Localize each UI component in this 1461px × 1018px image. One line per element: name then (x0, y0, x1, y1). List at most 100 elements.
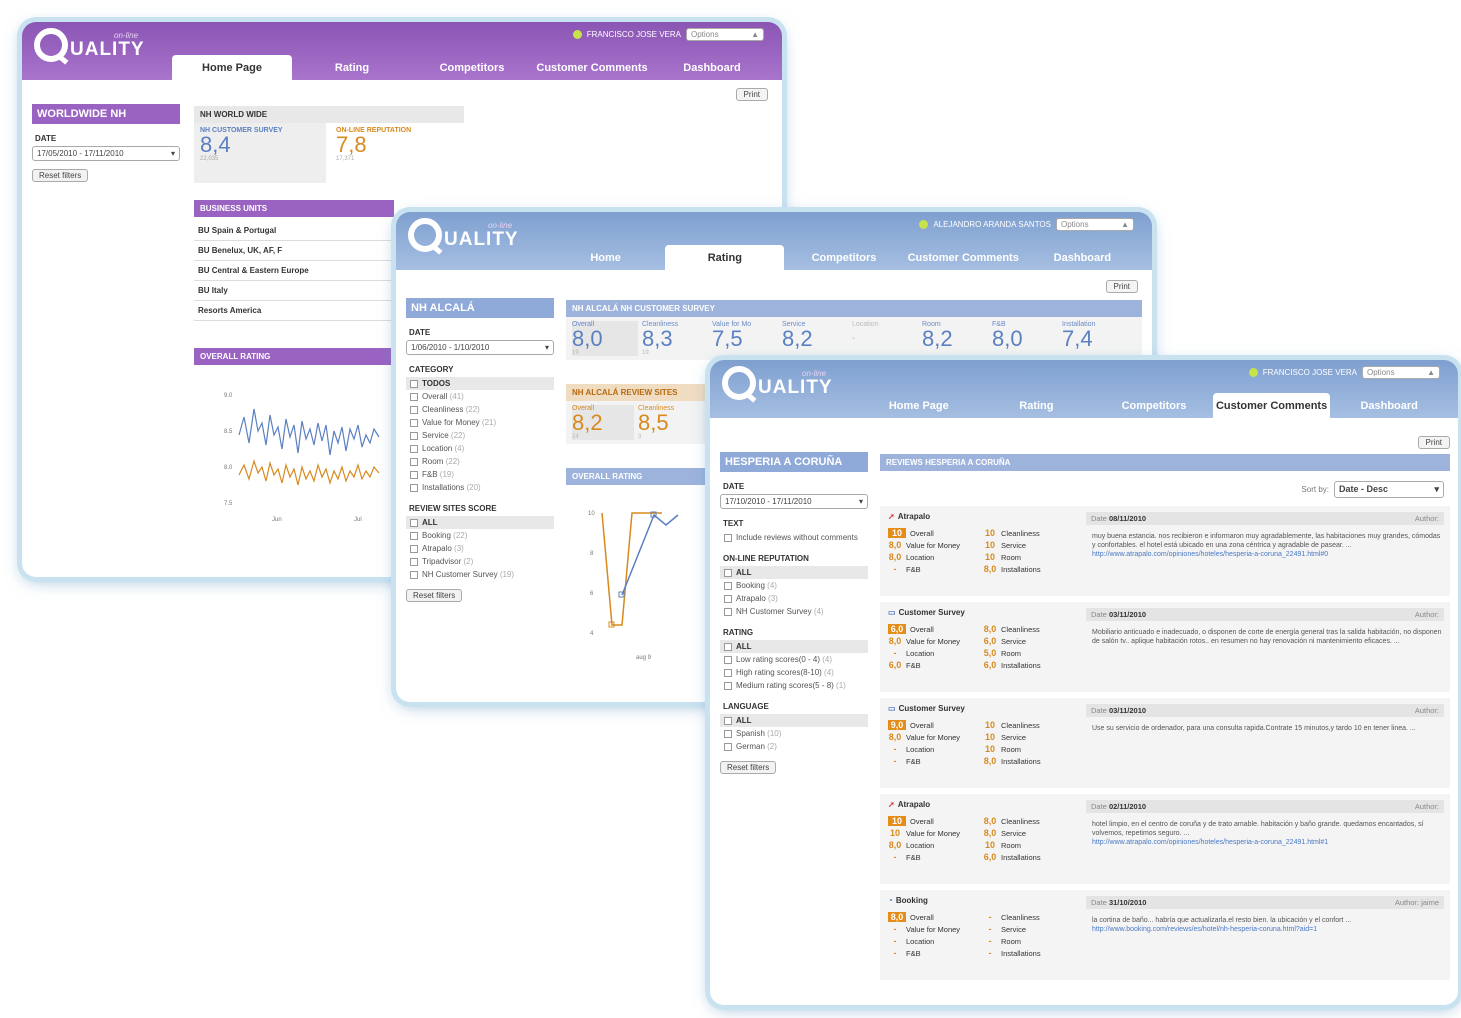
tab-competitors[interactable]: Competitors (784, 245, 903, 270)
site-option[interactable]: Atrapalo (3) (406, 542, 554, 555)
tab-competitors[interactable]: Competitors (412, 55, 532, 80)
date-label: Date (1091, 514, 1107, 523)
tab-dashboard[interactable]: Dashboard (1330, 393, 1448, 418)
sort-select[interactable]: Date - Desc ▾ (1334, 481, 1444, 498)
score-item: 8,0 Location (888, 552, 983, 562)
language-option[interactable]: Spanish (10) (720, 727, 868, 740)
language-option[interactable]: German (2) (720, 740, 868, 753)
score-item: - F&B (888, 756, 983, 766)
print-button[interactable]: Print (735, 88, 768, 101)
tab-customer-comments[interactable]: Customer Comments (904, 245, 1023, 270)
tab-competitors[interactable]: Competitors (1095, 393, 1213, 418)
checkbox-icon (410, 431, 418, 440)
review-link[interactable]: http://www.booking.com/reviews/es/hotel/… (1092, 926, 1317, 933)
options-label: Options (691, 30, 719, 39)
category-option[interactable]: F&B (19) (406, 468, 554, 481)
business-unit-row[interactable]: Resorts America (194, 301, 394, 321)
rating-option[interactable]: Low rating scores(0 - 4) (4) (720, 653, 868, 666)
review-author: Author: (1414, 802, 1439, 811)
tab-dashboard[interactable]: Dashboard (652, 55, 772, 80)
score-number: 9,0 (888, 720, 906, 730)
tab-rating[interactable]: Rating (665, 245, 785, 270)
tab-dashboard[interactable]: Dashboard (1023, 245, 1142, 270)
score-number: 10 (889, 828, 900, 838)
category-option[interactable]: Cleanliness (22) (406, 403, 554, 416)
rating-option[interactable]: Medium rating scores(5 - 8) (1) (720, 679, 868, 692)
score-item: - Cleanliness (983, 912, 1078, 922)
tab-customer-comments[interactable]: Customer Comments (532, 55, 652, 80)
score-item: - Location (888, 936, 983, 946)
logo-subtitle: on-line (802, 369, 827, 378)
user-name: ALEJANDRO ARANDA SANTOS (933, 220, 1051, 229)
language-option[interactable]: ALL (720, 714, 868, 727)
tab-customer-comments[interactable]: Customer Comments (1212, 393, 1331, 418)
reputation-option[interactable]: Booking (4) (720, 579, 868, 592)
score-item: 10 Service (983, 540, 1078, 550)
review-text: la cortina de baño... habría que actuali… (1092, 917, 1352, 924)
checkbox-icon (724, 533, 732, 542)
score-category: Location (906, 552, 935, 562)
category-option[interactable]: Overall (41) (406, 390, 554, 403)
include-empty-reviews-option[interactable]: Include reviews without comments (720, 531, 868, 544)
reputation-option[interactable]: NH Customer Survey (4) (720, 605, 868, 618)
date-label: DATE (35, 134, 57, 143)
review-sites-panel: NH ALCALÁ REVIEW SITES Overall 8,2 24 Clea… (566, 384, 706, 444)
tab-rating[interactable]: Rating (978, 393, 1096, 418)
options-select[interactable]: Options ▲ (686, 28, 764, 41)
date-range-select[interactable]: 17/10/2010 - 17/11/2010 ▾ (720, 494, 868, 509)
sort-value: Date - Desc (1339, 484, 1389, 494)
tab-home[interactable]: Home (546, 245, 665, 270)
option-count: (3) (454, 544, 464, 553)
option-count: (4) (822, 655, 833, 664)
category-option[interactable]: Service (22) (406, 429, 554, 442)
options-select[interactable]: Options ▲ (1362, 366, 1440, 379)
business-unit-row[interactable]: BU Central & Eastern Europe (194, 261, 394, 281)
date-range-select[interactable]: 17/05/2010 - 17/11/2010 ▾ (32, 146, 180, 161)
review-link[interactable]: http://www.atrapalo.com/opiniones/hotele… (1092, 839, 1328, 846)
reset-filters-button[interactable]: Reset filters (720, 761, 777, 774)
business-unit-row[interactable]: BU Benelux, UK, AF, F (194, 241, 394, 261)
date-range-select[interactable]: 1/06/2010 - 1/10/2010 ▾ (406, 340, 554, 355)
metric-value: 8,2 (922, 326, 953, 351)
options-select[interactable]: Options ▲ (1056, 218, 1134, 231)
tab-home-page[interactable]: Home Page (860, 393, 978, 418)
reset-filters-button[interactable]: Reset filters (406, 589, 463, 602)
score-category: Value for Money (906, 828, 961, 838)
tab-home-page[interactable]: Home Page (172, 55, 292, 80)
review-link[interactable]: http://www.atrapalo.com/opiniones/hotele… (1092, 551, 1328, 558)
site-option[interactable]: Tripadvisor (2) (406, 555, 554, 568)
score-number: 10 (984, 744, 995, 754)
print-button[interactable]: Print (1105, 280, 1138, 293)
reputation-option[interactable]: Atrapalo (3) (720, 592, 868, 605)
reputation-option[interactable]: ALL (720, 566, 868, 579)
site-option[interactable]: Booking (22) (406, 529, 554, 542)
category-option[interactable]: Value for Money (21) (406, 416, 554, 429)
category-option[interactable]: Installations (20) (406, 481, 554, 494)
print-button[interactable]: Print (1417, 436, 1450, 449)
business-unit-row[interactable]: BU Italy (194, 281, 394, 301)
date-range-value: 17/10/2010 - 17/11/2010 (725, 497, 812, 506)
category-option[interactable]: Location (4) (406, 442, 554, 455)
review-card: ➚ Atrapalo 10 Overall 8,0 Cleanliness 10 Value … (880, 794, 1450, 884)
score-number: 6,0 (983, 636, 997, 646)
reset-filters-button[interactable]: Reset filters (32, 169, 89, 182)
score-item: - Location (888, 648, 983, 658)
tab-rating[interactable]: Rating (292, 55, 412, 80)
score-category: Installations (1001, 756, 1041, 766)
rating-option[interactable]: High rating scores(8-10) (4) (720, 666, 868, 679)
metric-value: - (852, 333, 856, 344)
rating-option[interactable]: ALL (720, 640, 868, 653)
date-range-value: 17/05/2010 - 17/11/2010 (37, 149, 124, 158)
metric-installation: Installation 7,4 (1062, 321, 1128, 356)
checkbox-icon (724, 594, 732, 603)
site-option[interactable]: ALL (406, 516, 554, 529)
rating-label: RATING (723, 628, 754, 637)
score-number: - (893, 648, 897, 658)
site-option[interactable]: NH Customer Survey (19) (406, 568, 554, 581)
score-category: Installations (1001, 852, 1041, 862)
business-unit-row[interactable]: BU Spain & Portugal (194, 221, 394, 241)
review-text: Use su servicio de ordenador, para una c… (1092, 725, 1416, 732)
category-option[interactable]: TODOS (406, 377, 554, 390)
score-category: Cleanliness (1001, 624, 1040, 634)
category-option[interactable]: Room (22) (406, 455, 554, 468)
